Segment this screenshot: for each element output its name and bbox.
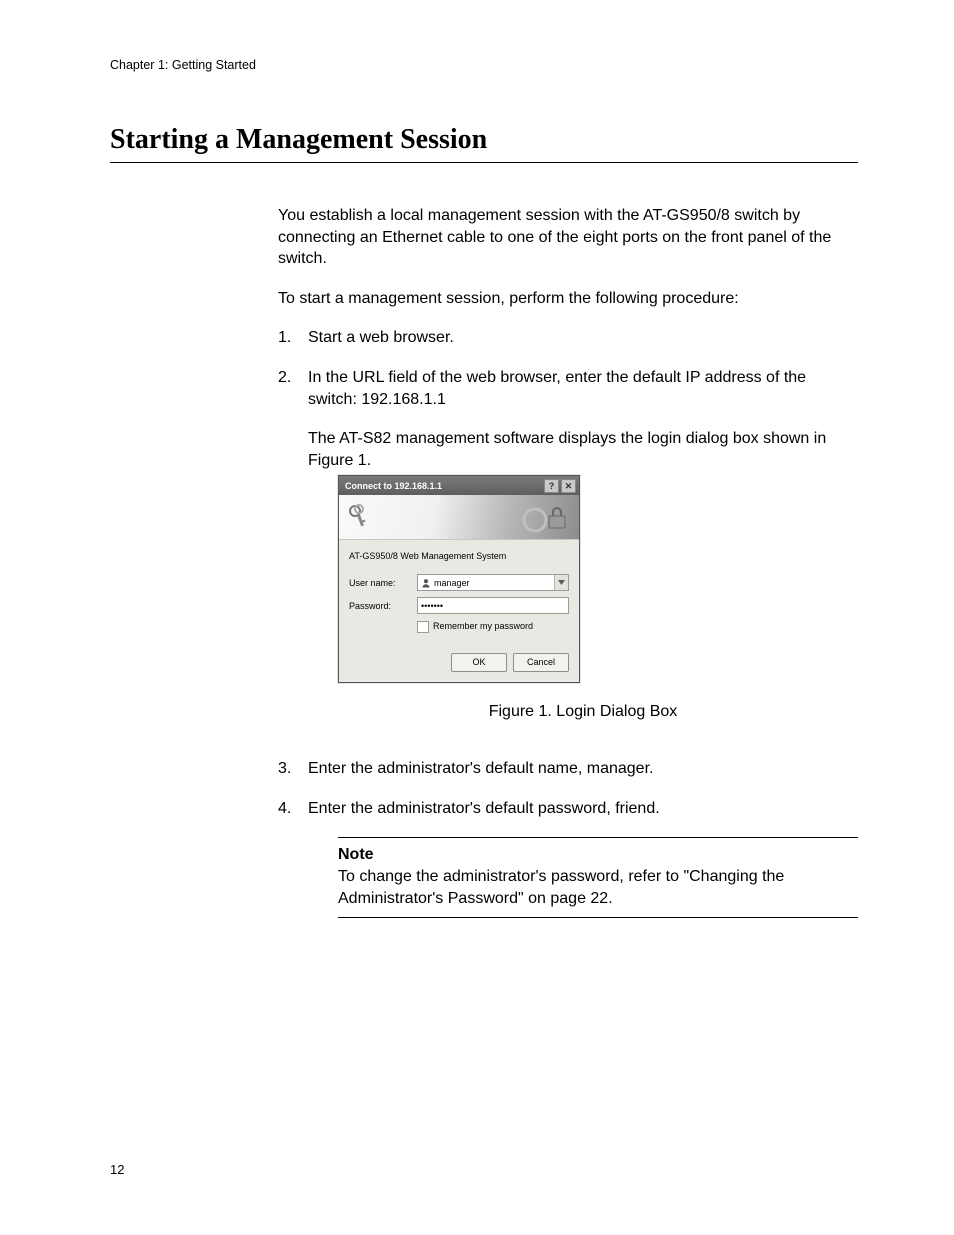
ok-button[interactable]: OK: [451, 653, 507, 672]
step-4: 4. Enter the administrator's default pas…: [278, 798, 858, 820]
login-dialog: Connect to 192.168.1.1 ? ✕: [338, 475, 580, 682]
cancel-button[interactable]: Cancel: [513, 653, 569, 672]
question-icon: ?: [549, 482, 555, 490]
step-text: Enter the administrator's default name, …: [308, 758, 858, 780]
dialog-titlebar: Connect to 192.168.1.1 ? ✕: [339, 476, 579, 495]
dialog-banner: [339, 495, 579, 540]
remember-label: Remember my password: [433, 620, 533, 632]
step-text: Start a web browser.: [308, 327, 858, 349]
help-button[interactable]: ?: [544, 479, 559, 493]
step-text: Enter the administrator's default passwo…: [308, 798, 858, 820]
close-button[interactable]: ✕: [561, 479, 576, 493]
note-text: To change the administrator's password, …: [338, 866, 858, 909]
running-header: Chapter 1: Getting Started: [110, 58, 858, 72]
step-number: 1.: [278, 327, 308, 349]
step-number: 3.: [278, 758, 308, 780]
remember-checkbox[interactable]: [417, 621, 429, 633]
lead-paragraph: To start a management session, perform t…: [278, 288, 858, 310]
username-field[interactable]: manager: [417, 574, 569, 591]
password-label: Password:: [349, 600, 417, 612]
step-3: 3. Enter the administrator's default nam…: [278, 758, 858, 780]
figure-login-dialog: Connect to 192.168.1.1 ? ✕: [338, 475, 858, 682]
step-number: 4.: [278, 798, 308, 820]
keys-icon: [347, 503, 373, 531]
dialog-title: Connect to 192.168.1.1: [345, 480, 442, 492]
username-label: User name:: [349, 577, 417, 589]
step-2: 2. In the URL field of the web browser, …: [278, 367, 858, 740]
username-value: manager: [434, 577, 470, 589]
page-number: 12: [110, 1162, 124, 1177]
dialog-subtitle: AT-GS950/8 Web Management System: [349, 550, 569, 562]
intro-paragraph: You establish a local management session…: [278, 205, 858, 270]
section-title: Starting a Management Session: [110, 124, 858, 163]
user-icon: [421, 578, 431, 588]
step-1: 1. Start a web browser.: [278, 327, 858, 349]
lock-graphic-icon: [519, 500, 573, 534]
step-text: In the URL field of the web browser, ent…: [308, 367, 858, 410]
chevron-down-icon: [558, 580, 565, 585]
password-field[interactable]: •••••••: [417, 597, 569, 614]
username-dropdown[interactable]: [554, 575, 568, 590]
note-block: Note To change the administrator's passw…: [338, 837, 858, 918]
step-subtext: The AT-S82 management software displays …: [308, 428, 858, 471]
close-icon: ✕: [565, 482, 573, 490]
password-value: •••••••: [421, 600, 443, 612]
note-label: Note: [338, 844, 858, 866]
step-number: 2.: [278, 367, 308, 740]
figure-caption: Figure 1. Login Dialog Box: [308, 701, 858, 723]
